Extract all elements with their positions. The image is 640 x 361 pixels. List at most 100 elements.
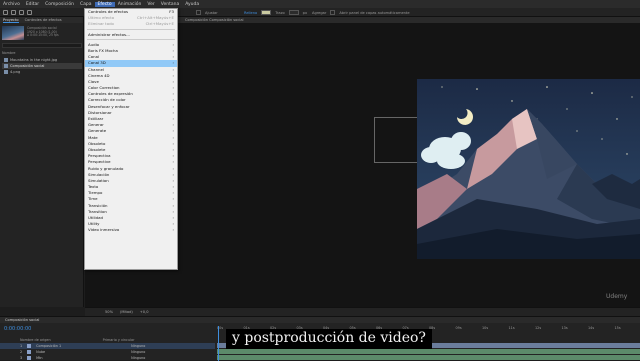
parent-link-header: Primario y vincular (102, 338, 135, 342)
menu-animaci-n[interactable]: Animación (115, 2, 145, 7)
project-panel: Proyecto Controles de efectos Composició… (0, 17, 84, 307)
menu-category-label: Perspective (88, 159, 111, 165)
hand-tool-icon[interactable] (19, 9, 24, 15)
menu-bar: Archivo Editar Composición Capa Efecto Animac… (0, 0, 640, 8)
menu-category-label: Utility (88, 221, 100, 227)
tab-effect-controls[interactable]: Controles de efectos (25, 18, 62, 22)
menu-category-label: Ruido y granulado (88, 165, 124, 171)
video-subtitle: y postproducción de video? (226, 329, 432, 349)
menu-ventana[interactable]: Ventana (158, 2, 182, 7)
menu-category-label: Utilidad (88, 215, 103, 220)
file-name: Mountains in the night.jpg (10, 58, 58, 62)
menu-capa[interactable]: Capa (77, 2, 95, 7)
fill-label: Relleno (244, 10, 258, 15)
viewer-footer: 50% (Mitad) +0,0 (85, 307, 640, 316)
file-icon (4, 64, 8, 68)
menu-ver[interactable]: Ver (144, 2, 157, 7)
menu-category-label: Transición (88, 202, 108, 208)
composition-bounds (374, 117, 418, 163)
ruler-tick-label: 11s (508, 326, 515, 330)
menu-category-label: Color Correction (88, 85, 120, 91)
layer-label-color[interactable] (27, 350, 32, 354)
menu-category-label: Channel (88, 66, 104, 72)
project-panel-tabs: Proyecto Controles de efectos (0, 17, 83, 23)
menu-efecto[interactable]: Efecto (94, 1, 115, 7)
composition-thumbnail (2, 26, 24, 40)
menu-category-label: Audio (88, 41, 100, 47)
layer-number: 1 (20, 344, 23, 348)
menu-category-label: Video inmersivo (88, 227, 120, 233)
menu-editar[interactable]: Editar (23, 2, 42, 7)
tab-composition[interactable]: Composición Composición social (185, 18, 244, 22)
timeline-tab[interactable]: Composición social (0, 317, 640, 323)
layer-parent[interactable]: Ninguno (131, 344, 145, 348)
layer-bar-3[interactable] (217, 355, 640, 360)
effect-menu: Controles de efectos F3 Último efecto Ctrl+… (84, 8, 178, 270)
viewer-footer-item[interactable]: +0,0 (140, 310, 149, 314)
tab-project[interactable]: Proyecto (3, 18, 19, 23)
add-label[interactable]: Agregar (312, 11, 326, 15)
menu-category-label: Distorsionar (88, 109, 112, 115)
menu-separator (87, 39, 175, 41)
menu-category-label: Estilizar (88, 116, 104, 121)
menu-category-label: Boris FX Mocha (88, 47, 118, 53)
menu-category-label: Time (88, 196, 98, 202)
layer-name: Composición 1 (36, 344, 62, 348)
stroke-width-value[interactable]: px (303, 11, 307, 15)
menu-item: Eliminar todo Ctrl+Mayús+E (85, 21, 177, 27)
file-name: Composición social (10, 64, 45, 68)
menu-category-label: Canal 3D (88, 60, 106, 66)
layer-bar-2[interactable] (217, 349, 640, 354)
menu-category-label: Simulación (88, 171, 110, 177)
current-timecode[interactable]: 0:00:00:00 (4, 326, 31, 332)
name-column-header[interactable]: Nombre (2, 51, 15, 55)
menu-archivo[interactable]: Archivo (0, 2, 23, 7)
menu-item-label: Eliminar todo (88, 21, 114, 27)
viewer-footer-item[interactable]: 50% (105, 310, 113, 314)
menu-category-label: Texto (88, 184, 99, 190)
layer-label-color[interactable] (27, 344, 32, 348)
zoom-tool-icon[interactable] (27, 9, 32, 15)
menu-category[interactable]: Video inmersivo › (85, 227, 177, 233)
align-label: Ajustar (205, 10, 218, 15)
file-name: 4.png (10, 70, 21, 74)
ruler-tick-label: 14s (588, 326, 595, 330)
stroke-color-swatch[interactable] (288, 10, 299, 15)
menu-item-label: Último efecto (88, 15, 115, 21)
viewer-footer-item[interactable]: (Mitad) (120, 310, 133, 314)
menu-category-label: Perspectiva (88, 153, 111, 159)
menu-category-label: Mate (88, 134, 98, 140)
project-file-item[interactable]: 4.png (2, 69, 82, 75)
layer-parent[interactable]: Ninguno (131, 356, 145, 360)
udemy-watermark: Udemy (606, 293, 628, 300)
project-file-list: Mountains in the night.jpg Composición so… (2, 57, 82, 75)
composition-info: Composición social 1920 x 1080 (1,00) Δ … (27, 26, 59, 38)
ruler-tick-label: 10s (482, 326, 489, 330)
ruler-tick-label: 09s (455, 326, 462, 330)
layer-parent[interactable]: Ninguno (131, 350, 145, 354)
menu-category-label: Clave (88, 78, 99, 84)
ruler-tick-label: 12s (535, 326, 542, 330)
layer-number: 2 (20, 350, 23, 354)
layer-label-color[interactable] (27, 356, 32, 360)
menu-category-label: Desenfocar y enfocar (88, 103, 130, 109)
auto-open-checkbox[interactable] (330, 10, 336, 15)
playhead[interactable] (218, 326, 219, 361)
chevron-right-icon: › (172, 227, 174, 233)
file-icon (4, 58, 8, 62)
project-search-input[interactable] (2, 43, 82, 48)
align-checkbox[interactable] (196, 10, 201, 15)
stroke-label: Trazo (275, 10, 285, 15)
menu-ayuda[interactable]: Ayuda (182, 2, 202, 7)
timeline-layer-row[interactable]: 3 Mtn Ninguno (0, 355, 215, 361)
menu-separator (87, 29, 175, 31)
menu-category-label: Generar (88, 122, 104, 128)
menu-item-label: Controles de efectos (88, 9, 129, 14)
selection-tool-icon[interactable] (11, 9, 16, 15)
fill-color-swatch[interactable] (261, 10, 272, 15)
menu-composici-n[interactable]: Composición (42, 2, 77, 7)
menu-item-manage-effects[interactable]: Administrar efectos... (85, 32, 177, 38)
home-icon[interactable] (3, 9, 8, 15)
layer-name: Nube (36, 350, 46, 354)
layer-name: Mtn (36, 356, 43, 360)
